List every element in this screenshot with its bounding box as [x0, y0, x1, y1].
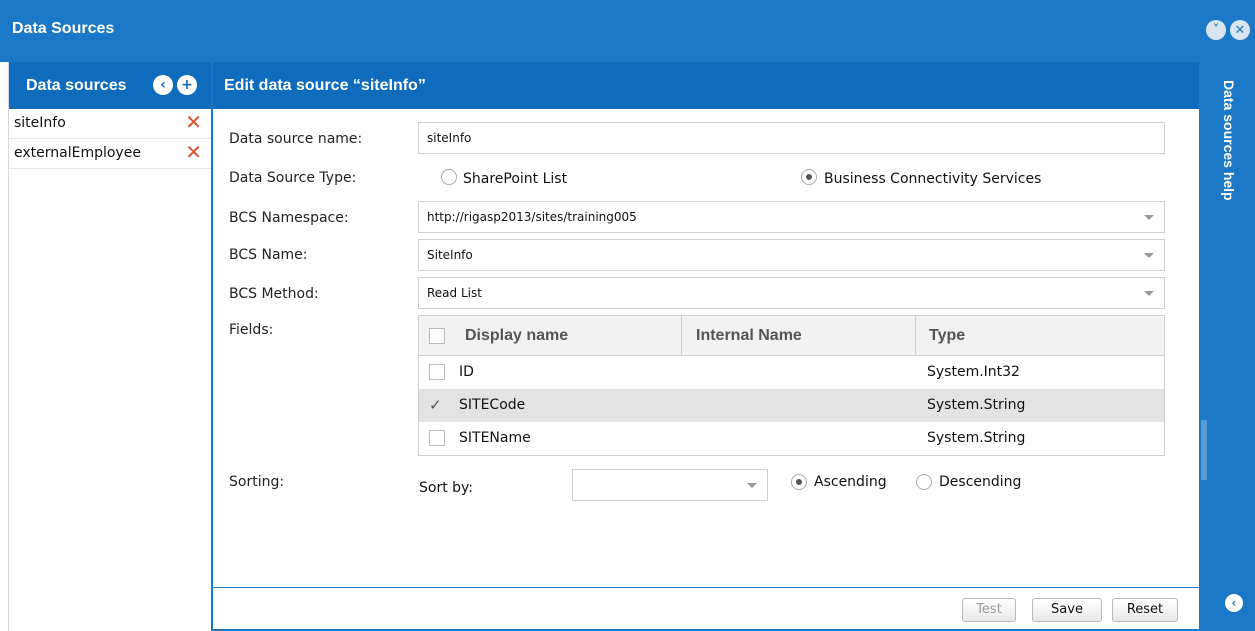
- sharepoint-list-label[interactable]: SharePoint List: [463, 171, 567, 187]
- test-button[interactable]: Test: [962, 598, 1016, 622]
- checked-checkbox[interactable]: ✓: [429, 397, 445, 413]
- namespace-label: BCS Namespace:: [229, 210, 349, 226]
- ascending-label[interactable]: Ascending: [814, 474, 887, 490]
- data-source-name[interactable]: externalEmployee: [14, 145, 141, 161]
- sort-by-label: Sort by:: [419, 480, 474, 496]
- list-item[interactable]: externalEmployee ✕: [9, 139, 211, 169]
- editor-title: Edit data source “siteInfo”: [224, 77, 426, 94]
- close-icon[interactable]: ✕: [1230, 20, 1250, 40]
- type-cell: System.String: [927, 397, 1026, 413]
- sorting-label: Sorting:: [229, 474, 285, 490]
- bcs-method-select[interactable]: Read List: [418, 277, 1165, 309]
- edit-data-source-panel: Edit data source “siteInfo” Data source …: [211, 62, 1201, 631]
- row-checkbox[interactable]: [429, 364, 445, 380]
- delete-icon[interactable]: ✕: [185, 142, 202, 162]
- chevron-down-icon: [747, 483, 757, 488]
- method-label: BCS Method:: [229, 286, 319, 302]
- editor-footer: Test Save Reset: [213, 587, 1199, 629]
- table-row[interactable]: SITEName System.String: [419, 422, 1164, 455]
- bcs-name-label: BCS Name:: [229, 247, 308, 263]
- minimize-icon[interactable]: ˅: [1206, 20, 1226, 40]
- collapse-icon[interactable]: ‹: [153, 75, 173, 95]
- chevron-down-icon: [1144, 215, 1154, 220]
- help-panel-title[interactable]: Data sources help: [1221, 80, 1237, 201]
- column-type[interactable]: Type: [929, 316, 965, 355]
- display-name-cell: ID: [459, 364, 474, 380]
- chevron-down-icon: [1144, 253, 1154, 258]
- table-header: Display name Internal Name Type: [419, 316, 1164, 356]
- back-icon[interactable]: ‹: [1225, 594, 1243, 612]
- help-panel[interactable]: Data sources help ‹: [1201, 62, 1255, 631]
- ascending-radio[interactable]: [791, 474, 807, 490]
- descending-label[interactable]: Descending: [939, 474, 1021, 490]
- namespace-value: http://rigasp2013/sites/training005: [427, 210, 637, 224]
- add-data-source-icon[interactable]: +: [177, 75, 197, 95]
- data-sources-title: Data sources: [26, 77, 127, 94]
- fields-table: Display name Internal Name Type ID Syste…: [418, 315, 1165, 456]
- table-row[interactable]: ID System.Int32: [419, 356, 1164, 389]
- name-label: Data source name:: [229, 131, 363, 147]
- chevron-down-icon: [1144, 291, 1154, 296]
- type-cell: System.Int32: [927, 364, 1020, 380]
- data-sources-header: Data sources ‹ +: [9, 62, 211, 109]
- sort-by-select[interactable]: [572, 469, 768, 501]
- descending-radio[interactable]: [916, 474, 932, 490]
- bcs-label[interactable]: Business Connectivity Services: [824, 171, 1041, 187]
- select-all-checkbox[interactable]: [429, 328, 445, 344]
- reset-button[interactable]: Reset: [1112, 598, 1178, 622]
- column-display-name[interactable]: Display name: [465, 316, 568, 355]
- data-source-name[interactable]: siteInfo: [14, 115, 66, 131]
- window-titlebar: Data Sources ˅ ✕: [0, 0, 1255, 62]
- save-button[interactable]: Save: [1032, 598, 1102, 622]
- type-label: Data Source Type:: [229, 170, 357, 186]
- list-item[interactable]: siteInfo ✕: [9, 109, 211, 139]
- delete-icon[interactable]: ✕: [185, 112, 202, 132]
- column-internal-name[interactable]: Internal Name: [696, 316, 802, 355]
- column-divider[interactable]: [915, 316, 916, 355]
- bcs-name-select[interactable]: SiteInfo: [418, 239, 1165, 271]
- bcs-name-value: SiteInfo: [427, 248, 473, 262]
- data-sources-panel: Data sources ‹ + siteInfo ✕ externalEmpl…: [8, 62, 211, 631]
- display-name-cell: SITECode: [459, 397, 526, 413]
- sharepoint-list-radio[interactable]: [441, 169, 457, 185]
- panel-splitter-handle[interactable]: [1201, 420, 1207, 480]
- window-title: Data Sources: [12, 20, 115, 37]
- fields-label: Fields:: [229, 322, 274, 338]
- namespace-select[interactable]: http://rigasp2013/sites/training005: [418, 201, 1165, 233]
- row-checkbox[interactable]: [429, 430, 445, 446]
- bcs-method-value: Read List: [427, 286, 482, 300]
- type-cell: System.String: [927, 430, 1026, 446]
- data-source-name-input[interactable]: siteInfo: [418, 122, 1165, 154]
- editor-header: Edit data source “siteInfo”: [213, 62, 1199, 109]
- column-divider[interactable]: [681, 316, 682, 355]
- display-name-cell: SITEName: [459, 430, 531, 446]
- table-row[interactable]: ✓ SITECode System.String: [419, 389, 1164, 422]
- bcs-radio[interactable]: [801, 169, 817, 185]
